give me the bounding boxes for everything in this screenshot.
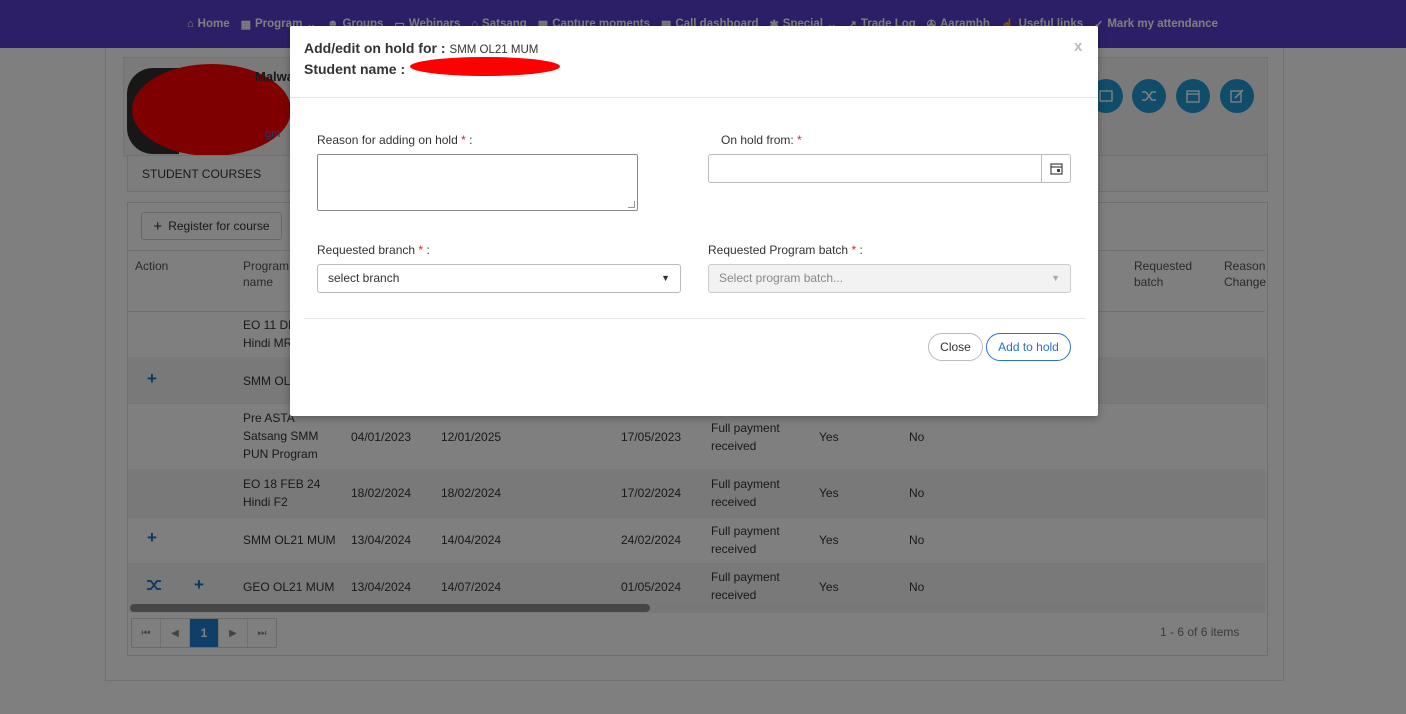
label-text: Reason for adding on hold [317,133,458,147]
label-colon: : [859,243,863,257]
label-colon: : [426,243,430,257]
program-batch-placeholder: Select program batch... [719,271,844,285]
divider [290,97,1098,98]
label-text: On hold from: [721,133,794,147]
required-mark: * [797,133,802,147]
modal-title-value: SMM OL21 MUM [449,44,539,56]
required-mark: * [418,243,424,257]
label-text: Requested branch [317,243,416,257]
divider [304,318,1085,319]
student-name-label: Student name : [304,61,406,77]
modal-title: Add/edit on hold for : SMM OL21 MUM [304,40,538,56]
branch-select-value: select branch [328,271,400,285]
caret-down-icon: ▼ [1051,273,1060,283]
requested-batch-label: Requested Program batch * : [708,243,863,257]
label-text: Requested Program batch [708,243,849,257]
requested-branch-label: Requested branch * : [317,243,430,257]
on-hold-modal: Add/edit on hold for : SMM OL21 MUM Stude… [290,26,1098,416]
calendar-picker-button[interactable] [1041,155,1070,182]
required-mark: * [851,243,857,257]
branch-select[interactable]: select branch ▼ [317,264,681,293]
program-batch-select[interactable]: Select program batch... ▼ [708,264,1071,293]
caret-down-icon: ▼ [661,273,670,283]
label-colon: : [469,133,473,147]
required-mark: * [461,133,466,147]
modal-title-label: Add/edit on hold for : [304,40,446,56]
reason-textarea[interactable] [317,154,638,211]
redaction-mark [410,57,560,76]
calendar-icon [1049,163,1063,175]
on-hold-from-label: On hold from: * [721,133,802,147]
close-icon[interactable]: x [1074,38,1082,55]
reason-label: Reason for adding on hold * : [317,133,472,147]
add-to-hold-button[interactable]: Add to hold [986,333,1071,361]
on-hold-from-input[interactable] [708,154,1071,183]
close-button[interactable]: Close [928,333,983,361]
